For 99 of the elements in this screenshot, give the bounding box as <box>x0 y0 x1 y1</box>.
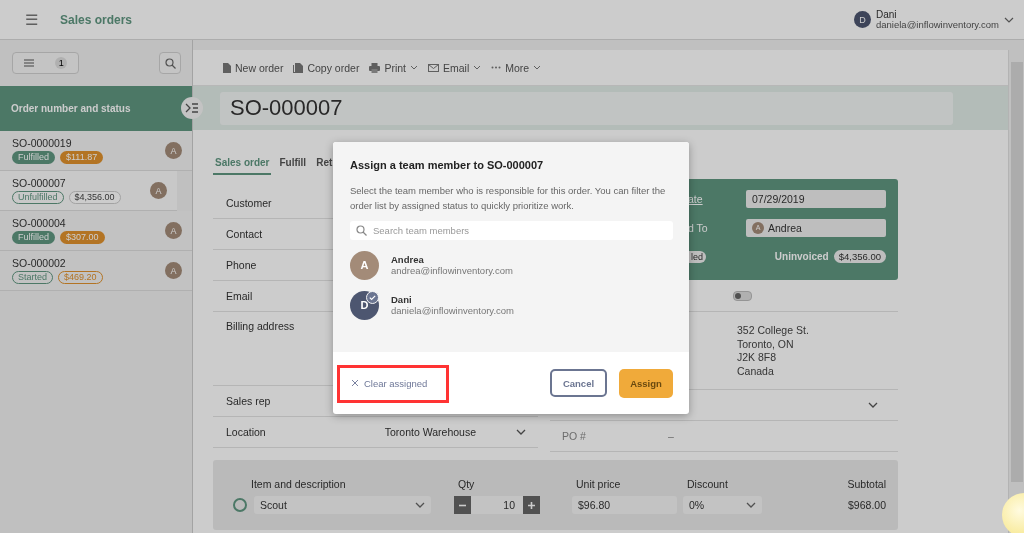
dialog-title: Assign a team member to SO-000007 <box>350 159 545 171</box>
copy-icon <box>293 62 304 73</box>
page-title: Sales orders <box>60 12 133 27</box>
order-number: SO-000007 <box>12 177 67 189</box>
tab[interactable]: Fulfill <box>277 157 309 175</box>
order-title-field[interactable]: SO-000007 <box>220 91 953 125</box>
assignee-avatar: A <box>165 222 182 239</box>
search-field[interactable]: Search team members <box>350 221 673 240</box>
filter-icon <box>23 59 34 67</box>
tab[interactable]: Ret <box>314 157 335 175</box>
toggle-switch[interactable] <box>733 290 752 301</box>
field-label: Sales rep <box>226 395 271 407</box>
decrement-button[interactable] <box>454 496 471 514</box>
plus-icon <box>528 501 535 509</box>
address-line: J2K 8F8 <box>737 351 777 365</box>
assignee-avatar: A <box>165 142 182 159</box>
order-number: SO-000004 <box>12 217 67 229</box>
chevron-down-icon <box>516 429 526 435</box>
address-line: Canada <box>737 364 774 378</box>
invoice-status: Uninvoiced <box>774 251 829 262</box>
row-radio[interactable] <box>233 498 247 512</box>
check-icon <box>366 290 379 304</box>
printer-icon <box>369 62 381 73</box>
user-name: Dani <box>876 9 898 20</box>
order-number: SO-0000019 <box>12 137 73 149</box>
toolbar-button[interactable]: More <box>491 61 542 74</box>
chevron-down-icon <box>410 65 418 70</box>
dialog-description: Select the team member who is responsible for this order. You can filter the order list by assigned status to quickly prioritize work. <box>350 184 667 213</box>
column-header: Subtotal <box>846 478 886 490</box>
date-field[interactable]: 07/29/2019 <box>746 189 886 208</box>
field-label: Contact <box>226 228 263 240</box>
clear-assigned-link[interactable]: Clear assigned <box>351 377 428 389</box>
column-header: Item and description <box>250 478 347 490</box>
invoice-amount: $4,356.00 <box>833 250 886 263</box>
toolbar-button[interactable]: Copy order <box>293 61 360 74</box>
chevron-down-icon <box>473 65 482 70</box>
amount-badge: $111.87 <box>60 151 104 164</box>
amount-badge: $307.00 <box>60 231 105 244</box>
mail-icon <box>428 63 439 72</box>
close-icon <box>351 379 359 387</box>
quantity-field[interactable]: 10 <box>471 496 523 514</box>
field-label: Phone <box>226 259 257 271</box>
address-line: 352 College St. <box>737 324 809 338</box>
member-name: Dani <box>391 294 413 305</box>
amount-badge: $4,356.00 <box>68 191 121 204</box>
scrollbar[interactable] <box>1008 50 1024 533</box>
chevron-down-icon <box>415 502 425 508</box>
increment-button[interactable] <box>523 496 540 514</box>
field-label: Email <box>226 290 253 302</box>
chevron-down-icon[interactable] <box>1004 16 1014 23</box>
status-badge: Fulfilled <box>12 151 55 164</box>
unit-price-field[interactable]: $96.80 <box>572 496 677 514</box>
search-icon <box>356 225 367 236</box>
status-badge: Fulfilled <box>12 231 55 244</box>
member-name: Andrea <box>391 254 425 265</box>
toolbar-button[interactable]: Email <box>428 61 482 74</box>
search-icon <box>164 57 176 69</box>
field-label: PO # <box>562 430 586 442</box>
order-number: SO-000002 <box>12 257 67 269</box>
chevron-down-icon[interactable] <box>868 402 878 408</box>
discount-dropdown[interactable]: 0% <box>683 496 762 514</box>
member-email: daniela@inflowinventory.com <box>391 305 514 316</box>
po-value: – <box>667 430 674 442</box>
chevron-down-icon <box>746 502 756 508</box>
item-dropdown[interactable]: Scout <box>254 496 431 514</box>
file-icon <box>223 62 231 73</box>
assignee-avatar: A <box>150 182 167 199</box>
order-row[interactable]: SO-000007 Unfulfilled $4,356.00 A <box>0 171 177 211</box>
filter-button[interactable]: 1 <box>12 52 79 74</box>
search-input[interactable]: Search team members <box>371 224 673 237</box>
column-title: Order number and status <box>11 103 131 114</box>
toolbar-button[interactable]: New order <box>223 61 284 74</box>
menu-button[interactable]: ☰ <box>25 10 38 29</box>
more-icon <box>491 66 502 69</box>
address-line: Toronto, ON <box>737 337 794 351</box>
user-email: daniela@inflowinventory.com <box>876 19 999 30</box>
field-label: Billing address <box>226 320 295 332</box>
field-label: Location <box>226 426 266 438</box>
subtotal: $968.00 <box>847 499 886 511</box>
assign-button[interactable]: Assign <box>619 368 673 398</box>
column-header: Discount <box>687 478 729 490</box>
cancel-button[interactable]: Cancel <box>550 369 607 397</box>
member-email: andrea@inflowinventory.com <box>391 265 513 276</box>
column-header: Unit price <box>576 478 622 490</box>
toolbar-button[interactable]: Print <box>369 61 418 74</box>
filter-count: 1 <box>55 57 68 69</box>
member-avatar: A <box>350 250 379 280</box>
field-label: Customer <box>226 197 272 209</box>
user-avatar[interactable]: D <box>854 11 871 28</box>
search-button[interactable] <box>159 52 181 74</box>
collapse-icon <box>185 103 199 113</box>
member-avatar: D <box>350 290 379 320</box>
column-header: Qty <box>458 478 476 490</box>
collapse-button[interactable] <box>181 97 203 119</box>
location-dropdown[interactable]: Toronto Warehouse <box>384 426 526 438</box>
member-item[interactable]: A Andrea andrea@inflowinventory.com <box>350 250 673 280</box>
chevron-down-icon <box>533 65 542 70</box>
assignee-avatar: A <box>165 262 182 279</box>
member-item[interactable]: D Dani daniela@inflowinventory.com <box>350 290 673 320</box>
